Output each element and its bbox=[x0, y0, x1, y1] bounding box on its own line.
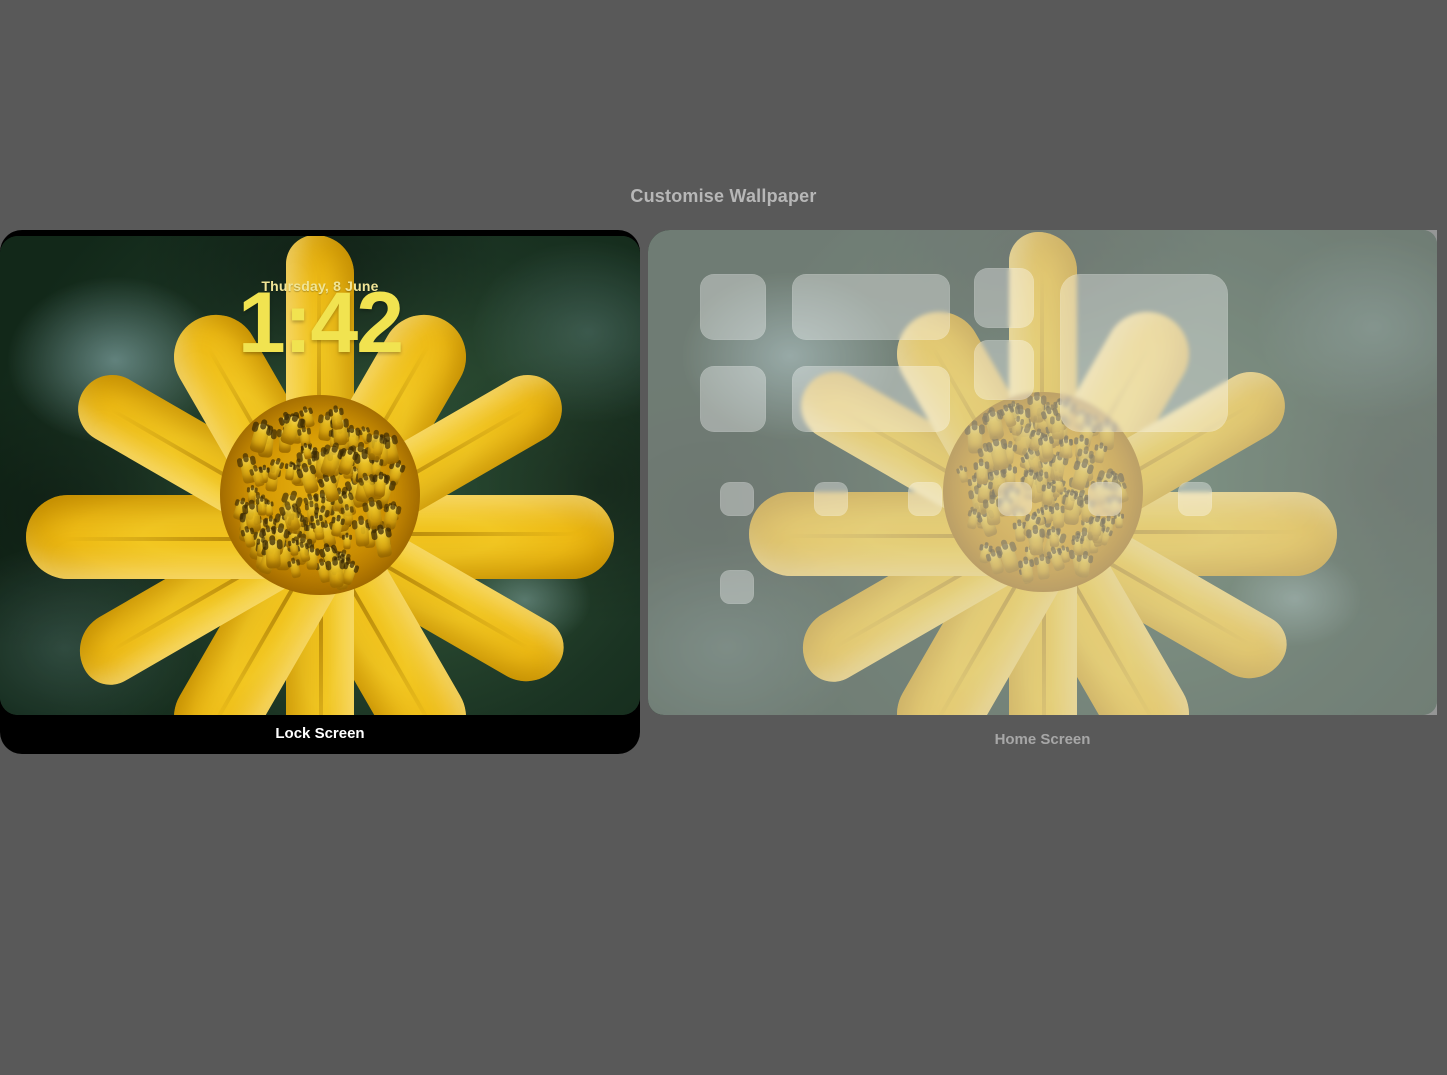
widget-small bbox=[974, 340, 1034, 400]
lock-screen-card[interactable]: Thursday, 8 June 1:42 Lock Screen bbox=[0, 230, 640, 754]
lockscreen-time[interactable]: 1:42 bbox=[0, 280, 640, 366]
home-screen-card[interactable]: Home Screen bbox=[648, 230, 1437, 754]
home-screen-preview[interactable] bbox=[648, 230, 1437, 715]
preview-row: Thursday, 8 June 1:42 Lock Screen bbox=[0, 230, 1437, 754]
widget-small bbox=[700, 274, 766, 340]
home-grid-overlay bbox=[648, 230, 1437, 715]
home-screen-label: Home Screen bbox=[648, 731, 1437, 748]
app-icon bbox=[720, 482, 754, 516]
app-icon bbox=[1088, 482, 1122, 516]
app-icon bbox=[720, 570, 754, 604]
widget-medium bbox=[792, 366, 950, 432]
lock-screen-preview[interactable]: Thursday, 8 June 1:42 bbox=[0, 236, 640, 715]
wallpaper-customiser: Customise Wallpaper Thursday, 8 June 1:4… bbox=[0, 0, 1447, 1075]
app-icon bbox=[908, 482, 942, 516]
app-icon bbox=[998, 482, 1032, 516]
app-icon bbox=[1178, 482, 1212, 516]
lock-screen-label: Lock Screen bbox=[0, 715, 640, 754]
widget-small bbox=[700, 366, 766, 432]
widget-large bbox=[1060, 274, 1228, 432]
widget-medium bbox=[792, 274, 950, 340]
page-title: Customise Wallpaper bbox=[0, 186, 1447, 207]
app-icon bbox=[814, 482, 848, 516]
widget-small bbox=[974, 268, 1034, 328]
